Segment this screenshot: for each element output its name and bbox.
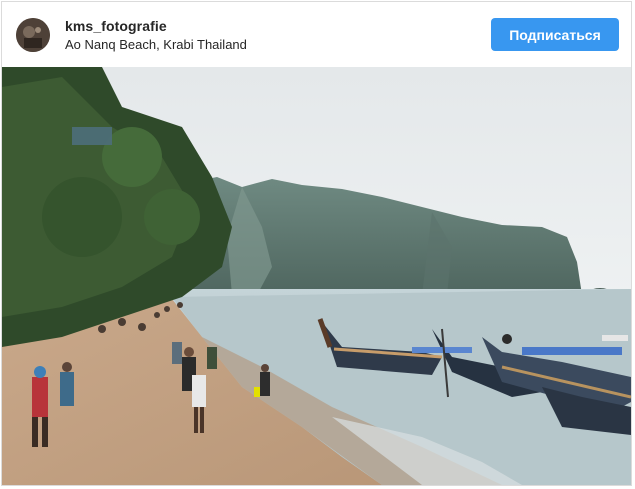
avatar[interactable] <box>16 17 50 52</box>
location-link[interactable]: Ao Nanq Beach, Krabi Thailand <box>65 36 491 53</box>
post-meta: kms_fotografie Ao Nanq Beach, Krabi Thai… <box>65 17 491 53</box>
username-link[interactable]: kms_fotografie <box>65 17 491 35</box>
post-card: kms_fotografie Ao Nanq Beach, Krabi Thai… <box>1 1 632 486</box>
post-header: kms_fotografie Ao Nanq Beach, Krabi Thai… <box>2 2 631 67</box>
follow-button[interactable]: Подписаться <box>491 18 619 51</box>
post-photo[interactable] <box>2 67 631 485</box>
